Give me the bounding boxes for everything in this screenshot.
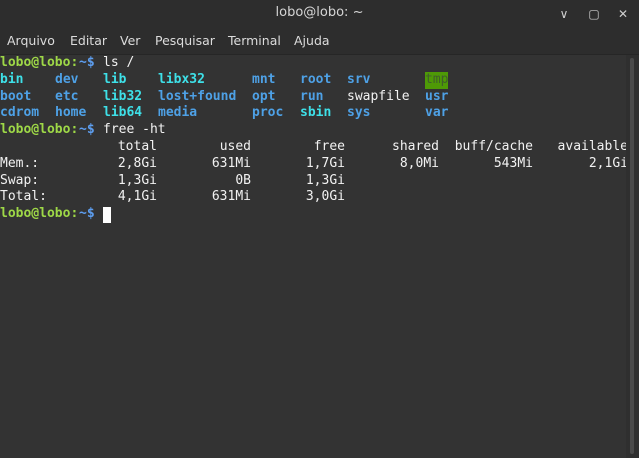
ls-entry: var [425,105,449,121]
ls-entry: lost+found [158,88,237,104]
ls-entry: etc [55,88,79,104]
ls-entry: lib [103,71,127,87]
prompt-path: ~$ [79,122,95,138]
cell: 8,0Mi [399,155,439,171]
cell: 631Mi [211,189,251,205]
ls-entry: libx32 [158,71,205,87]
ls-entry: sbin [300,105,332,121]
cell: 631Mi [211,155,251,171]
ls-entry: root [300,71,332,87]
prompt-user: lobo@lobo: [0,55,79,70]
cell: 1,3Gi [305,172,345,188]
row-label: Total: [0,189,47,205]
cell: 2,8Gi [117,155,157,171]
cell: 3,0Gi [305,189,345,205]
row-label: Swap: [0,172,40,188]
window-title: lobo@lobo: ~ [275,5,364,20]
cell: 4,1Gi [117,189,157,205]
free-row-swap: Swap: 1,3Gi 0B 1,3Gi [0,173,626,190]
row-label: Mem.: [0,155,40,171]
ls-row: bin dev lib libx32 mnt root srv tmp [0,71,449,89]
command: ls / [103,55,135,70]
free-row-mem: Mem.: 2,8Gi 631Mi 1,7Gi 8,0Mi 543Mi 2,1G… [0,155,628,173]
ls-entry: cdrom [0,105,40,121]
title-bar[interactable]: lobo@lobo: ~ ∨ ▢ ✕ [0,0,639,28]
ls-entry: lib64 [103,105,143,121]
prompt-path: ~$ [79,206,95,222]
ls-entry: opt [252,88,276,104]
ls-entry: swapfile [347,88,410,104]
ls-entry: sys [347,105,371,121]
ls-row: boot etc lib32 lost+found opt run swapfi… [0,88,448,106]
col-header: free [313,139,345,154]
cell: 1,7Gi [305,155,345,171]
ls-entry: mnt [252,71,276,87]
menu-pesquisar[interactable]: Pesquisar [155,33,215,48]
prompt-user: lobo@lobo: [0,122,79,138]
ls-entry: usr [425,88,449,104]
minimize-icon[interactable]: ∨ [554,4,574,24]
scrollbar-thumb[interactable] [630,58,634,454]
ls-entry: proc [252,105,284,121]
col-header: shared [392,139,439,154]
menu-ver[interactable]: Ver [120,33,140,48]
close-icon[interactable]: ✕ [613,4,633,24]
ls-entry: bin [0,71,24,87]
cell: 2,1Gi [588,155,628,171]
ls-entry: lib32 [103,88,143,104]
ls-entry: dev [55,71,79,87]
col-header: available [557,139,628,154]
menu-bar: Arquivo Editar Ver Pesquisar Terminal Aj… [0,28,639,55]
ls-entry: media [158,105,198,121]
ls-entry: home [55,105,87,121]
prompt-line: lobo@lobo: ~$ free -ht [0,122,166,139]
ls-entry: srv [347,71,371,87]
ls-row: cdrom home lib64 media proc sbin sys var [0,105,448,122]
free-row-total: Total: 4,1Gi 631Mi 3,0Gi [0,189,626,206]
prompt-user: lobo@lobo: [0,206,79,222]
cell: 543Mi [493,155,533,171]
terminal-window: lobo@lobo: ~ ∨ ▢ ✕ Arquivo Editar Ver Pe… [0,0,639,458]
col-header: buff/cache [454,139,533,154]
menu-editar[interactable]: Editar [70,33,107,48]
ls-entry: run [300,88,324,104]
menu-arquivo[interactable]: Arquivo [7,33,55,48]
terminal-output[interactable]: lobo@lobo: ~$ ls / bin dev lib libx32 mn… [0,55,628,458]
menu-ajuda[interactable]: Ajuda [294,33,330,48]
col-header: total [117,139,157,154]
col-header: used [219,139,251,154]
prompt-line: lobo@lobo: ~$ [0,206,95,223]
cell: 1,3Gi [117,172,157,188]
maximize-icon[interactable]: ▢ [584,4,604,24]
text-cursor [103,206,111,223]
prompt-path: ~$ [79,55,95,70]
command: free -ht [103,122,166,138]
ls-entry: tmp [425,71,449,89]
free-header-row: total used free shared buff/cache availa… [0,139,628,156]
prompt-line: lobo@lobo: ~$ ls / [0,55,134,72]
cell: 0B [235,172,251,188]
ls-entry: boot [0,88,32,104]
menu-terminal[interactable]: Terminal [228,33,281,48]
